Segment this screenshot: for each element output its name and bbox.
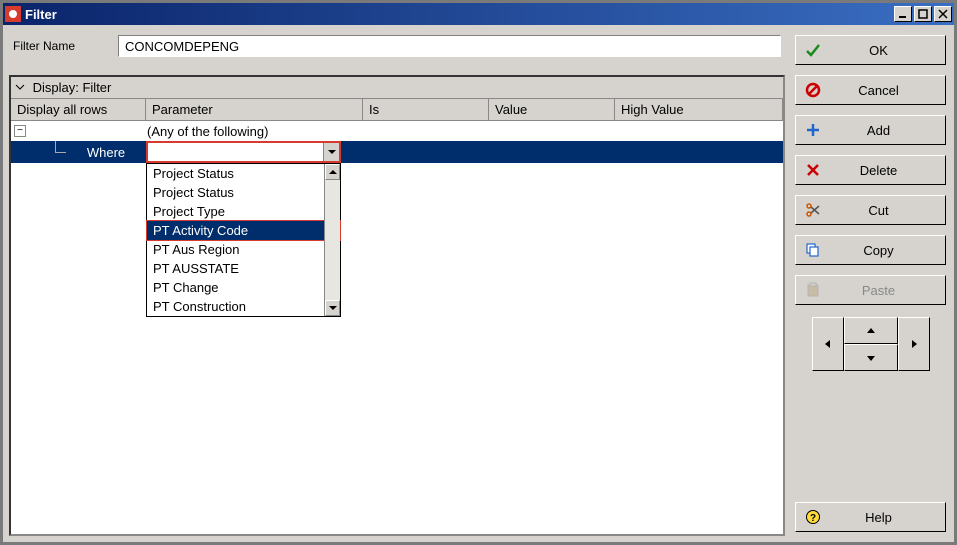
minimize-button[interactable]: [894, 6, 912, 22]
dd-item[interactable]: PT Construction: [147, 297, 340, 316]
arrow-pad: [795, 315, 946, 373]
check-icon: [804, 42, 822, 58]
tree-group-label: (Any of the following): [147, 124, 268, 139]
section-header[interactable]: Display: Filter: [11, 77, 783, 99]
arrow-down-button[interactable]: [844, 344, 898, 371]
scroll-down-button[interactable]: [325, 300, 340, 316]
chevron-down-icon: [15, 80, 29, 95]
column-headers: Display all rows Parameter Is Value High…: [11, 99, 783, 121]
tree-body: − (Any of the following) Where: [11, 121, 783, 534]
help-button[interactable]: ? Help: [795, 502, 946, 532]
dd-item[interactable]: PT AUSSTATE: [147, 259, 340, 278]
help-icon: ?: [804, 509, 822, 525]
filter-name-label: Filter Name: [13, 39, 108, 53]
ok-button[interactable]: OK: [795, 35, 946, 65]
arrow-right-button[interactable]: [898, 317, 930, 371]
arrow-left-button[interactable]: [812, 317, 844, 371]
arrow-up-button[interactable]: [844, 317, 898, 344]
x-icon: [804, 162, 822, 178]
plus-icon: [804, 122, 822, 138]
delete-label: Delete: [838, 163, 919, 178]
col-value[interactable]: Value: [489, 99, 615, 120]
col-high-value[interactable]: High Value: [615, 99, 783, 120]
tree-group-row: − (Any of the following): [11, 121, 783, 141]
parameter-dropdown-input[interactable]: [148, 143, 323, 161]
filter-grid: Display: Filter Display all rows Paramet…: [9, 75, 785, 536]
parameter-dropdown-button[interactable]: [323, 143, 339, 161]
dropdown-scrollbar[interactable]: [324, 164, 340, 316]
dd-item[interactable]: PT Aus Region: [147, 240, 340, 259]
parameter-dropdown-list: Project Status Project Status Project Ty…: [146, 163, 341, 317]
cut-label: Cut: [838, 203, 919, 218]
dd-item-selected[interactable]: PT Activity Code: [147, 221, 340, 240]
window-title: Filter: [25, 7, 894, 22]
maximize-button[interactable]: [914, 6, 932, 22]
col-parameter[interactable]: Parameter: [146, 99, 363, 120]
scissors-icon: [804, 202, 822, 218]
side-button-panel: OK Cancel Add Delete: [793, 31, 948, 536]
tree-collapse-toggle[interactable]: −: [14, 125, 26, 137]
where-label: Where: [66, 145, 146, 160]
dd-item[interactable]: Project Status: [147, 183, 340, 202]
add-label: Add: [838, 123, 919, 138]
help-label: Help: [838, 510, 919, 525]
paste-label: Paste: [838, 283, 919, 298]
app-icon: [5, 6, 21, 22]
titlebar: Filter: [3, 3, 954, 25]
cut-button[interactable]: Cut: [795, 195, 946, 225]
dd-item[interactable]: Project Type: [147, 202, 340, 221]
paste-button[interactable]: Paste: [795, 275, 946, 305]
cancel-icon: [804, 82, 822, 98]
window-controls: [894, 6, 952, 22]
filter-name-input[interactable]: [118, 35, 781, 57]
dd-item[interactable]: PT Change: [147, 278, 340, 297]
add-button[interactable]: Add: [795, 115, 946, 145]
cancel-label: Cancel: [838, 83, 919, 98]
copy-button[interactable]: Copy: [795, 235, 946, 265]
col-display[interactable]: Display all rows: [11, 99, 146, 120]
ok-label: OK: [838, 43, 919, 58]
tree-where-row[interactable]: Where: [11, 141, 783, 163]
parameter-dropdown-cell: [146, 141, 341, 163]
copy-icon: [804, 242, 822, 258]
close-button[interactable]: [934, 6, 952, 22]
scroll-up-button[interactable]: [325, 164, 340, 180]
tree-line-indicator: [11, 141, 66, 163]
svg-text:?: ?: [810, 513, 816, 524]
section-title: Display: Filter: [33, 80, 112, 95]
cancel-button[interactable]: Cancel: [795, 75, 946, 105]
filter-dialog: Filter Filter Name: [0, 0, 957, 545]
col-is[interactable]: Is: [363, 99, 489, 120]
delete-button[interactable]: Delete: [795, 155, 946, 185]
copy-label: Copy: [838, 243, 919, 258]
dd-item[interactable]: Project Status: [147, 164, 340, 183]
paste-icon: [804, 282, 822, 298]
